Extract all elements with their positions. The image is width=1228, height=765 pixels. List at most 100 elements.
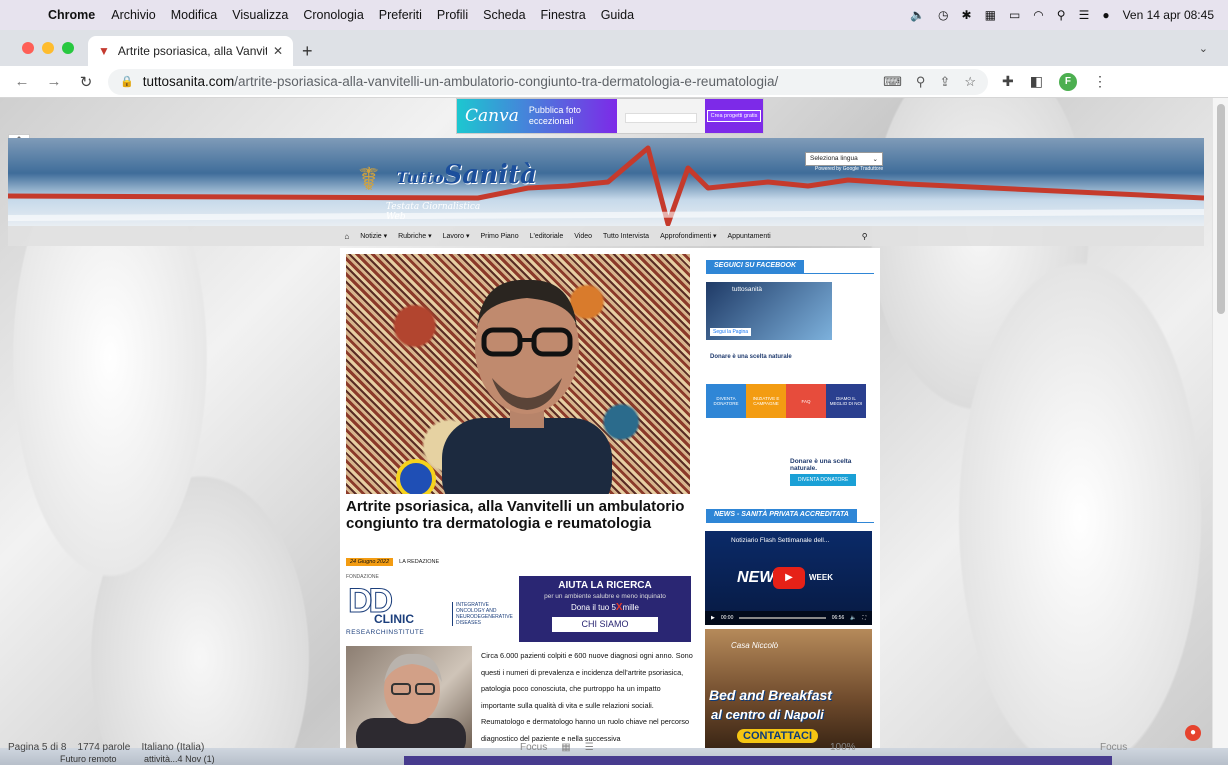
organ-donor-ad[interactable]: Donare è una scelta naturale DIVENTA DON… (706, 350, 866, 500)
scrollbar-thumb[interactable] (1217, 104, 1225, 314)
bnb-house-name: Casa Niccolò (731, 641, 779, 650)
menu-item-preferiti[interactable]: Preferiti (379, 8, 422, 22)
menu-item-cronologia[interactable]: Cronologia (303, 8, 363, 22)
status-icons: 🔈 ◷ ✱ ▦ ▭ ◠ ⚲ ☰ ● Ven 14 apr 08:45 (910, 8, 1214, 22)
translate-icon[interactable]: ⌨ (883, 74, 902, 90)
battery-icon[interactable]: ▭ (1009, 8, 1020, 22)
extensions-icon[interactable]: ✚ (1002, 73, 1014, 90)
tab-active[interactable]: ▼ Artrite psoriasica, alla Vanvitelli ✕ (88, 36, 293, 66)
share-icon[interactable]: ⇪ (939, 74, 950, 90)
language-select[interactable]: Seleziona lingua ⌄ (805, 152, 883, 166)
menubar-clock[interactable]: Ven 14 apr 08:45 (1123, 8, 1214, 22)
menu-item-modifica[interactable]: Modifica (171, 8, 218, 22)
minimize-window-icon[interactable] (42, 42, 54, 54)
lock-icon[interactable]: 🔒 (120, 75, 134, 88)
back-icon[interactable]: ← (12, 73, 32, 90)
close-tab-icon[interactable]: ✕ (273, 44, 283, 58)
page-scrollbar[interactable] (1212, 98, 1228, 748)
donor-tab-meglio[interactable]: DIAMO IL MEGLIO DI NOI (826, 384, 866, 418)
doc-focus-button[interactable]: Focus (520, 742, 547, 753)
nav-notizie[interactable]: Notizie ▾ (360, 232, 387, 240)
siri-icon[interactable]: ● (1102, 8, 1109, 22)
profile-avatar[interactable]: F (1058, 72, 1077, 91)
zoom-icon[interactable]: ⚲ (916, 74, 926, 90)
video-title[interactable]: Notiziario Flash Settimanale dell... (731, 537, 829, 544)
doc-layout-icon[interactable]: ☰ (585, 742, 594, 753)
fb-page-name[interactable]: tuttosanità (732, 286, 762, 293)
reload-icon[interactable]: ↻ (76, 73, 96, 91)
canva-ad-banner[interactable]: Canva Pubblica foto eccezionali Crea pro… (456, 98, 764, 134)
menu-item-scheda[interactable]: Scheda (483, 8, 525, 22)
help-research-ad[interactable]: AIUTA LA RICERCA per un ambiente salubre… (519, 576, 691, 642)
side-panel-icon[interactable]: ◧ (1030, 73, 1043, 90)
bnb-contact-button[interactable]: CONTATTACI (737, 729, 819, 743)
menu-app-name[interactable]: Chrome (48, 8, 95, 22)
control-center-icon[interactable]: ☰ (1079, 8, 1090, 22)
chevron-down-icon: ⌄ (872, 156, 878, 163)
new-tab-icon[interactable]: + (302, 41, 313, 62)
doc-zoom-level[interactable]: 100% (830, 742, 856, 753)
fb-follow-button[interactable]: Segui la Pagina (710, 328, 752, 336)
search-icon[interactable]: ⚲ (862, 232, 868, 241)
doc-word-count[interactable]: 1774 parole (78, 742, 131, 753)
address-bar[interactable]: 🔒 tuttosanita.com /artrite-psoriasica-al… (108, 68, 988, 95)
nav-lavoro[interactable]: Lavoro ▾ (443, 232, 470, 240)
site-logo[interactable]: ☤ TuttoSanità Testata Giornalistica Web (358, 156, 537, 222)
video-progress-track[interactable] (739, 617, 826, 619)
video-volume-icon[interactable]: 🔈 (850, 615, 856, 621)
site-brand-main: Sanità (443, 160, 537, 190)
nav-editoriale[interactable]: L'editoriale (530, 233, 564, 240)
tab-strip: ▼ Artrite psoriasica, alla Vanvitelli ✕ … (0, 30, 1228, 66)
notification-badge-icon[interactable]: ● (1185, 725, 1201, 741)
home-icon[interactable]: ⌂ (344, 232, 349, 241)
menu-item-profili[interactable]: Profili (437, 8, 468, 22)
donor-tagline: Donare è una scelta naturale. (790, 458, 852, 472)
nav-approfondimenti[interactable]: Approfondimenti ▾ (660, 232, 716, 240)
nav-rubriche[interactable]: Rubriche ▾ (398, 232, 431, 240)
menu-item-finestra[interactable]: Finestra (541, 8, 586, 22)
bnb-ad[interactable]: Casa Niccolò Bed and Breakfast al centro… (705, 629, 872, 748)
help-donate-post: mille (622, 603, 640, 612)
article-author[interactable]: LA REDAZIONE (399, 559, 439, 565)
spotlight-icon[interactable]: ⚲ (1057, 8, 1066, 22)
doc-view-icon[interactable]: ▦ (561, 742, 570, 753)
video-play-small-icon[interactable]: ▶ (711, 615, 715, 621)
donor-tab-diventa[interactable]: DIVENTA DONATORE (706, 384, 746, 418)
clinic-ad[interactable]: FONDAZIONE DD CLINIC RESEARCHINSTITUTE I… (346, 574, 516, 638)
doc-language[interactable]: Italiano (Italia) (141, 742, 204, 753)
nav-primo-piano[interactable]: Primo Piano (480, 233, 518, 240)
video-fullscreen-icon[interactable]: ⛶ (862, 615, 866, 621)
doc-focus-right[interactable]: Focus (1100, 742, 1127, 753)
nav-tutto-intervista[interactable]: Tutto Intervista (603, 233, 649, 240)
donor-cta-button[interactable]: DIVENTA DONATORE (790, 474, 857, 486)
nav-video[interactable]: Video (574, 233, 592, 240)
donor-tab-iniziative[interactable]: INIZIATIVE E CAMPAGNE (746, 384, 786, 418)
donor-tab-faq[interactable]: FAQ (786, 384, 826, 418)
doc-page-count[interactable]: Pagina 5 di 8 (8, 742, 66, 753)
forward-icon[interactable]: → (44, 73, 64, 90)
volume-icon[interactable]: 🔈 (910, 8, 925, 22)
article-date[interactable]: 24 Giugno 2022 (346, 558, 394, 566)
menu-item-archivio[interactable]: Archivio (111, 8, 155, 22)
menu-item-visualizza[interactable]: Visualizza (232, 8, 288, 22)
canva-ad-cta[interactable]: Crea progetti gratis (706, 110, 762, 122)
canva-logo: Canva (465, 106, 519, 126)
zoom-window-icon[interactable] (62, 42, 74, 54)
bnb-line-2: al centro di Napoli (711, 707, 824, 722)
bookmark-star-icon[interactable]: ☆ (964, 74, 976, 90)
video-time-start: 00:00 (720, 615, 734, 621)
news-video-player[interactable]: Notiziario Flash Settimanale dell... NEW… (705, 531, 872, 625)
menu-item-guida[interactable]: Guida (601, 8, 634, 22)
wifi-icon[interactable]: ◠ (1033, 8, 1043, 22)
article-second-image (346, 646, 472, 748)
close-window-icon[interactable] (22, 42, 34, 54)
tab-search-chevron-icon[interactable]: ⌄ (1199, 42, 1208, 55)
video-play-icon[interactable]: ▶ (773, 567, 805, 589)
chi-siamo-button[interactable]: CHI SIAMO (552, 617, 658, 632)
nav-appuntamenti[interactable]: Appuntamenti (728, 233, 771, 240)
keyboard-icon[interactable]: ▦ (985, 8, 996, 22)
menu-kebab-icon[interactable]: ⋮ (1093, 73, 1107, 90)
time-machine-icon[interactable]: ◷ (938, 8, 948, 22)
bluetooth-icon[interactable]: ✱ (962, 8, 972, 22)
facebook-page-widget[interactable]: tuttosanità Segui la Pagina (706, 282, 832, 340)
